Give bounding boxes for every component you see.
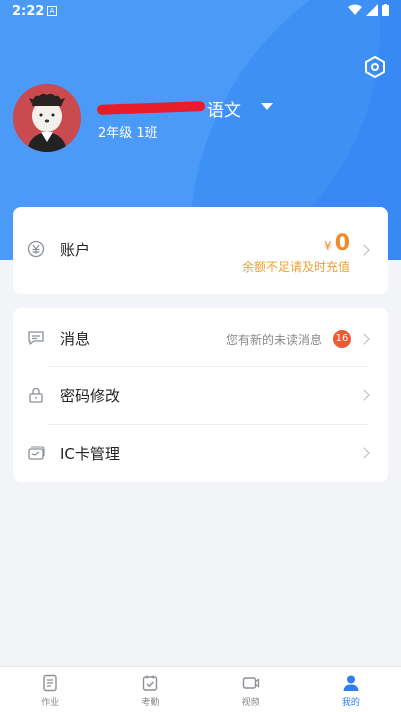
chevron-right-icon (358, 333, 370, 345)
yuan-icon (27, 240, 45, 258)
status-bar: 2:22 A (0, 0, 401, 24)
signal-icon (366, 4, 378, 16)
message-icon (28, 331, 44, 345)
notification-icon: A (47, 6, 57, 16)
menu-card: 消息 您有新的未读消息 16 密码修改 IC卡管理 (13, 308, 388, 482)
menu-item-ic-card[interactable]: IC卡管理 (13, 425, 388, 482)
wifi-icon (348, 4, 362, 15)
tab-label: 视频 (241, 698, 260, 708)
avatar-image (13, 84, 81, 152)
user-subject: 语文 (207, 100, 241, 121)
account-label: 账户 (60, 241, 91, 259)
account-balance: ¥ 0 (324, 231, 350, 256)
user-name[interactable]: 语文 (96, 96, 241, 121)
messages-label: 消息 (60, 330, 91, 348)
tab-attendance[interactable]: 考勤 (100, 667, 200, 712)
user-class: 2年级 1班 (98, 126, 158, 141)
account-card[interactable]: 账户 ¥ 0 余额不足请及时充值 (13, 207, 388, 294)
video-icon (242, 677, 259, 689)
attendance-icon (143, 675, 158, 691)
balance-warning: 余额不足请及时充值 (241, 260, 350, 274)
chevron-right-icon (358, 389, 370, 401)
chevron-right-icon (358, 244, 370, 256)
password-label: 密码修改 (60, 387, 121, 405)
tab-label: 考勤 (141, 698, 160, 708)
card-icon (28, 446, 45, 460)
battery-icon (382, 4, 389, 16)
profile-icon (343, 675, 359, 691)
homework-icon (43, 674, 57, 692)
tab-video[interactable]: 视频 (201, 667, 301, 712)
unread-badge: 16 (333, 330, 351, 348)
tab-label: 作业 (41, 698, 60, 708)
lock-icon (29, 387, 43, 403)
tab-profile[interactable]: 我的 (301, 667, 401, 712)
chevron-right-icon (358, 447, 370, 459)
redacted-name (96, 101, 206, 115)
bottom-tab-bar: 作业 考勤 视频 我的 (0, 666, 401, 712)
menu-item-messages[interactable]: 消息 您有新的未读消息 16 (13, 308, 388, 366)
balance-value: 0 (334, 231, 350, 256)
messages-hint: 您有新的未读消息 (225, 333, 322, 347)
tab-homework[interactable]: 作业 (0, 667, 100, 712)
ic-card-label: IC卡管理 (60, 445, 120, 463)
status-time: 2:22 (12, 4, 45, 19)
balance-currency: ¥ (324, 239, 332, 253)
avatar[interactable] (13, 84, 81, 152)
menu-item-password[interactable]: 密码修改 (13, 367, 388, 424)
tab-label: 我的 (341, 698, 360, 708)
settings-icon[interactable] (364, 56, 386, 78)
caret-down-icon[interactable] (261, 103, 273, 110)
